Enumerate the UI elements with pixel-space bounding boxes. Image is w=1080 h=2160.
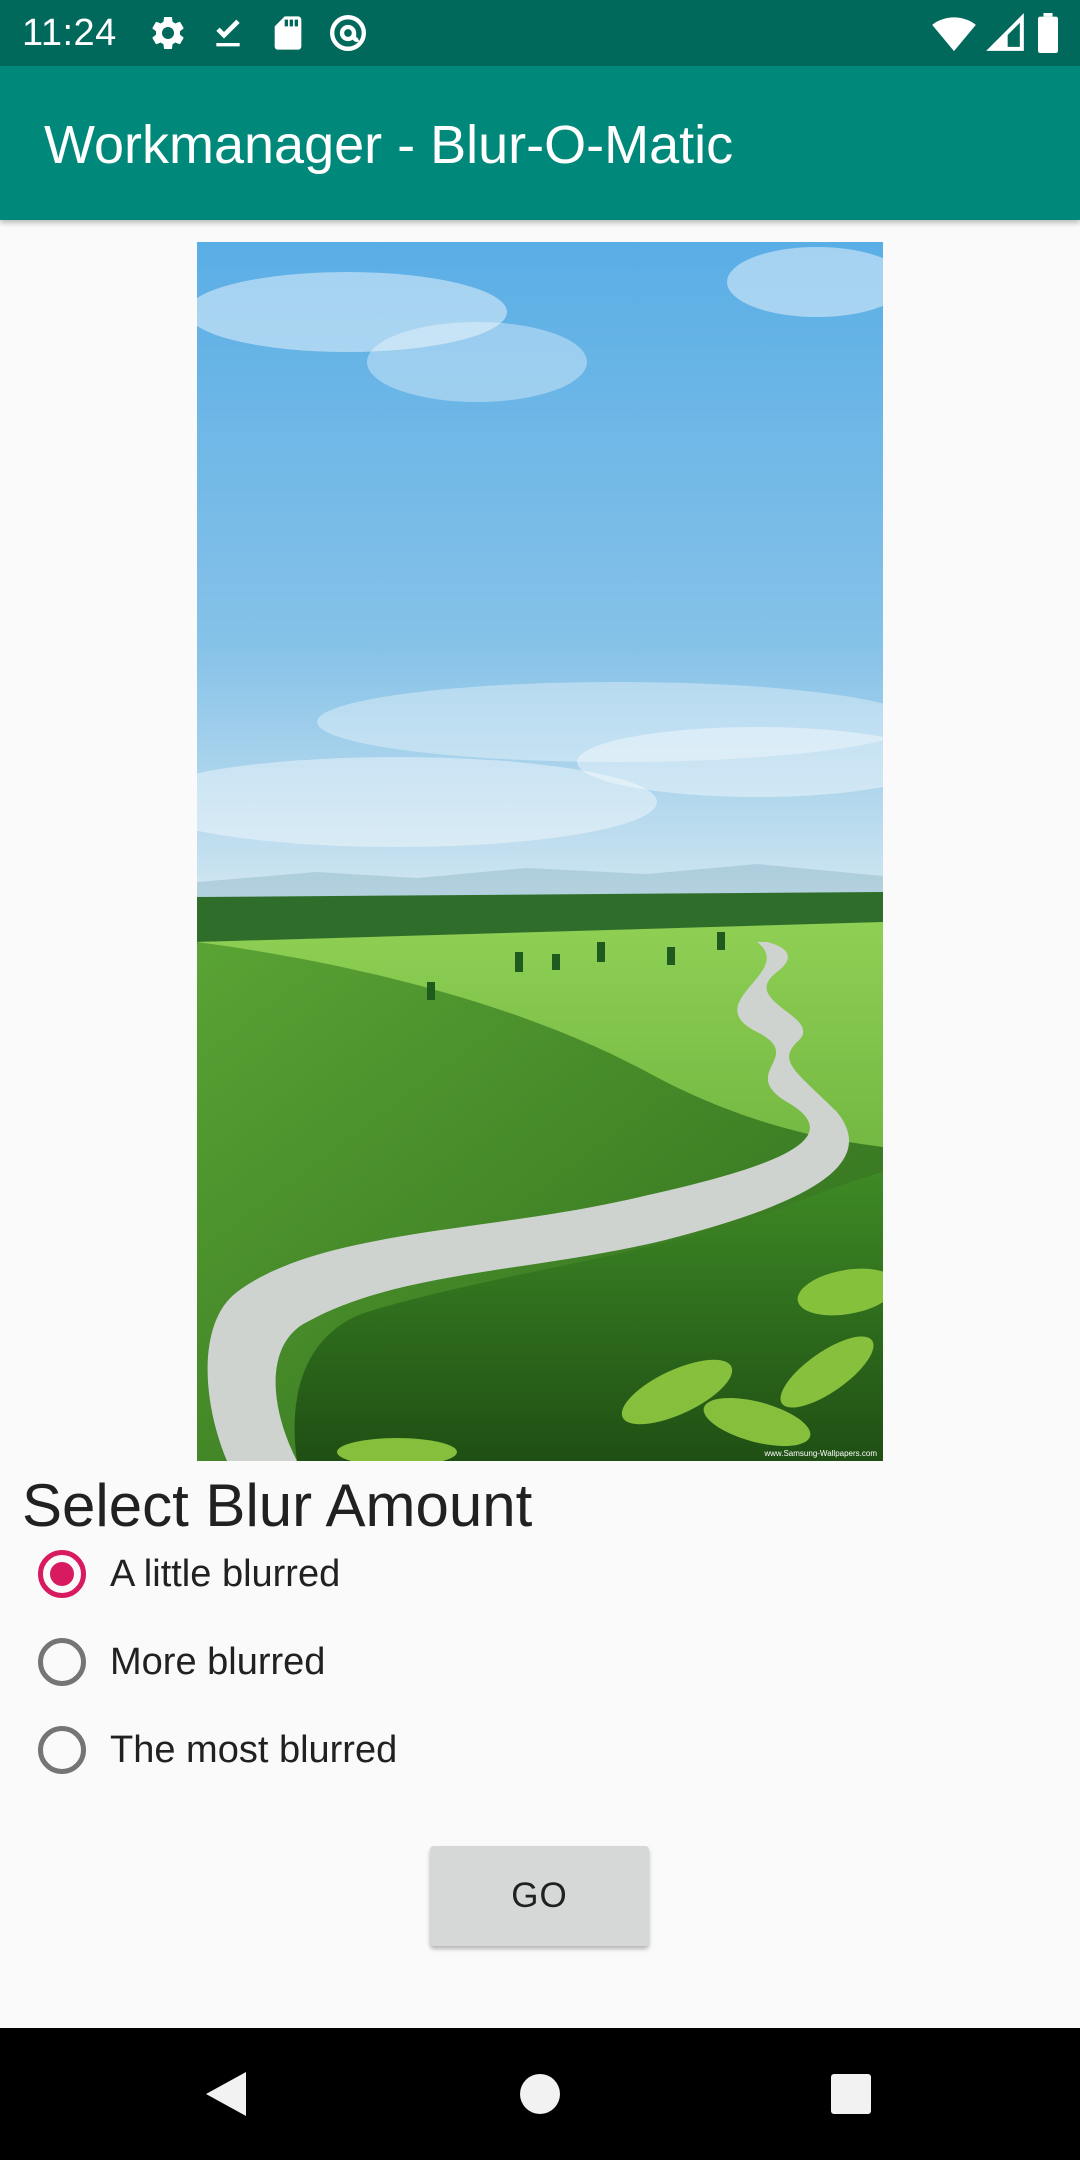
navigation-bar	[0, 2028, 1080, 2160]
go-button[interactable]: GO	[430, 1846, 649, 1946]
settings-icon	[152, 16, 184, 49]
radio-label: The most blurred	[110, 1729, 398, 1771]
radio-label: A little blurred	[110, 1553, 341, 1595]
back-icon	[206, 2072, 246, 2116]
app-bar: Workmanager - Blur-O-Matic	[0, 66, 1080, 220]
radio-button-checked[interactable]	[38, 1550, 86, 1598]
cell-signal-icon	[986, 13, 1024, 51]
radio-option-more[interactable]: More blurred	[38, 1632, 325, 1692]
radio-button-unchecked[interactable]	[38, 1726, 86, 1774]
at-sign-icon	[330, 15, 366, 51]
home-icon	[520, 2074, 560, 2114]
blur-section-title: Select Blur Amount	[22, 1472, 533, 1539]
radio-label: More blurred	[110, 1641, 326, 1683]
wifi-icon	[932, 17, 976, 52]
app-title: Workmanager - Blur-O-Matic	[44, 115, 734, 175]
landscape-image: www.Samsung-Wallpapers.com	[197, 242, 883, 1461]
status-bar: 11:24	[0, 0, 1080, 66]
status-icons-left	[148, 13, 388, 53]
status-time: 11:24	[22, 12, 117, 54]
back-button[interactable]	[156, 2028, 296, 2160]
radio-option-most[interactable]: The most blurred	[38, 1720, 397, 1780]
radio-button-unchecked[interactable]	[38, 1638, 86, 1686]
sd-card-icon	[274, 16, 302, 50]
screen: 11:24 Workmanager - Blur-O-Matic www.Sam…	[0, 0, 1080, 2160]
recents-button[interactable]	[781, 2028, 921, 2160]
radio-option-little[interactable]: A little blurred	[38, 1544, 340, 1604]
recents-icon	[831, 2074, 871, 2114]
home-button[interactable]	[470, 2028, 610, 2160]
image-credit: www.Samsung-Wallpapers.com	[763, 1449, 877, 1458]
status-icons-right	[922, 13, 1060, 53]
download-done-icon	[216, 19, 240, 47]
battery-icon	[1038, 13, 1058, 53]
